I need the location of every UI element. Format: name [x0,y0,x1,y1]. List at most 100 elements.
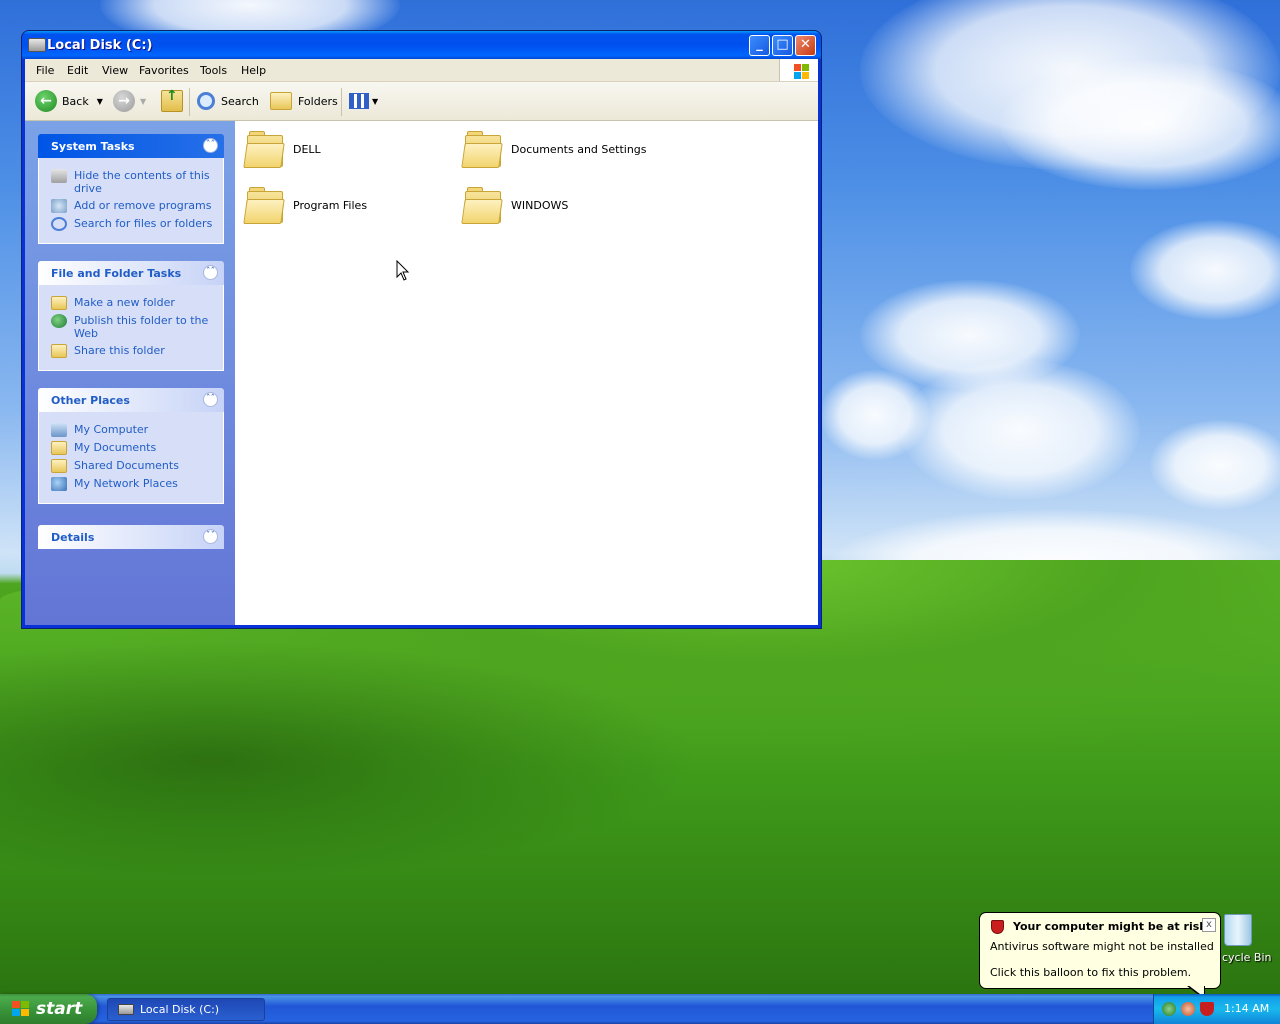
folder-program-files[interactable]: Program Files [243,187,368,224]
toolbar-separator [189,88,190,116]
collapse-chevron-icon[interactable]: ˆˆ [203,265,218,280]
publish-folder-link[interactable]: Publish this folder to the Web [51,314,213,340]
window-content: System Tasks ˆˆ Hide the contents of thi… [25,121,818,625]
share-folder-link[interactable]: Share this folder [51,344,213,358]
add-remove-programs-link[interactable]: Add or remove programs [51,199,213,213]
link-label: My Network Places [74,477,178,490]
my-computer-icon [51,423,67,437]
taskbar-button-local-disk[interactable]: Local Disk (C:) [107,998,265,1021]
start-button[interactable]: start [0,994,97,1024]
my-documents-icon [51,441,67,455]
file-folder-tasks-title: File and Folder Tasks [51,267,182,280]
share-folder-icon [51,344,67,358]
search-icon [197,92,215,110]
details-group: Details ˇˇ [38,525,224,549]
other-places-title: Other Places [51,394,130,407]
cloud [900,360,1140,500]
back-dropdown-icon[interactable]: ▼ [97,97,103,106]
folder-label: DELL [293,142,321,156]
mouse-cursor-icon [396,260,410,281]
menu-view[interactable]: View [102,64,128,77]
folder-icon [243,187,285,224]
menu-favorites[interactable]: Favorites [139,64,189,77]
forward-button[interactable]: → ▼ [113,90,146,112]
my-computer-link[interactable]: My Computer [51,423,213,437]
security-balloon[interactable]: Your computer might be at risk x Antivir… [979,912,1221,989]
file-view: DELL Documents and Settings Program File… [235,121,818,625]
start-label: start [36,999,83,1019]
hide-contents-icon [51,169,67,183]
folder-dell[interactable]: DELL [243,131,321,168]
folder-documents-and-settings[interactable]: Documents and Settings [461,131,647,168]
globe-icon [51,314,67,328]
details-title: Details [51,531,95,544]
network-places-icon [51,477,67,491]
shared-documents-icon [51,459,67,473]
expand-chevron-icon[interactable]: ˇˇ [203,529,218,544]
shared-documents-link[interactable]: Shared Documents [51,459,213,473]
my-network-places-link[interactable]: My Network Places [51,477,213,491]
back-button[interactable]: ← Back ▼ [35,90,103,112]
minimize-button[interactable]: _ [749,35,770,56]
system-tasks-group: System Tasks ˆˆ Hide the contents of thi… [38,134,224,244]
up-folder-icon: ↑ [161,88,183,112]
search-files-link[interactable]: Search for files or folders [51,217,213,231]
network-tray-icon[interactable] [1162,1002,1176,1016]
back-label: Back [62,94,89,108]
system-tasks-body: Hide the contents of this drive Add or r… [38,158,224,244]
cloud [1130,220,1280,320]
cloud [1150,420,1280,510]
close-button[interactable]: ✕ [795,35,816,56]
drive-icon [118,1004,134,1015]
up-folder-button[interactable]: ↑ [161,88,183,112]
link-label: Add or remove programs [74,199,212,212]
system-tasks-title: System Tasks [51,140,135,153]
menu-edit[interactable]: Edit [67,64,88,77]
recycle-bin-label: cycle Bin [1222,951,1272,964]
folder-label: WINDOWS [511,198,569,212]
link-label: My Documents [74,441,157,454]
security-shield-tray-icon[interactable] [1200,1002,1214,1016]
search-label: Search [221,94,259,108]
add-remove-programs-icon [51,199,67,213]
toolbar: ← Back ▼ → ▼ ↑ Search Folders ▼ [25,82,818,121]
hide-drive-contents-link[interactable]: Hide the contents of this drive [51,169,213,195]
taskbar-button-label: Local Disk (C:) [140,1003,220,1016]
forward-dropdown-icon: ▼ [140,96,147,106]
folder-windows[interactable]: WINDOWS [461,187,569,224]
menu-tools[interactable]: Tools [200,64,227,77]
views-dropdown-icon[interactable]: ▼ [372,97,378,106]
title-bar[interactable]: Local Disk (C:) _ □ ✕ [22,31,821,59]
folder-icon [243,131,285,168]
balloon-action-text: Click this balloon to fix this problem. [990,966,1192,979]
link-label: Search for files or folders [74,217,213,230]
file-folder-tasks-header[interactable]: File and Folder Tasks ˆˆ [38,261,224,285]
back-arrow-icon: ← [35,90,57,112]
folders-button[interactable]: Folders [270,90,338,112]
windows-logo-icon [12,1001,30,1017]
search-button[interactable]: Search [197,90,259,112]
views-button[interactable]: ▼ [349,90,378,112]
menu-help[interactable]: Help [241,64,266,77]
other-places-header[interactable]: Other Places ˆˆ [38,388,224,412]
new-folder-icon [51,296,67,310]
details-header[interactable]: Details ˇˇ [38,525,224,549]
make-new-folder-link[interactable]: Make a new folder [51,296,213,310]
update-tray-icon[interactable] [1181,1002,1195,1016]
task-pane: System Tasks ˆˆ Hide the contents of thi… [25,121,235,625]
folder-label: Program Files [293,198,368,212]
my-documents-link[interactable]: My Documents [51,441,213,455]
collapse-chevron-icon[interactable]: ˆˆ [203,138,218,153]
link-label: Publish this folder to the Web [74,314,209,340]
system-tray: 1:14 AM [1153,994,1280,1024]
maximize-button[interactable]: □ [772,35,793,56]
views-icon [349,93,369,109]
system-tasks-header[interactable]: System Tasks ˆˆ [38,134,224,158]
balloon-close-button[interactable]: x [1202,918,1216,932]
security-shield-icon [991,920,1004,934]
folders-icon [270,92,292,110]
other-places-group: Other Places ˆˆ My Computer My Documents… [38,388,224,504]
link-label: Shared Documents [74,459,179,472]
menu-file[interactable]: File [36,64,54,77]
collapse-chevron-icon[interactable]: ˆˆ [203,392,218,407]
